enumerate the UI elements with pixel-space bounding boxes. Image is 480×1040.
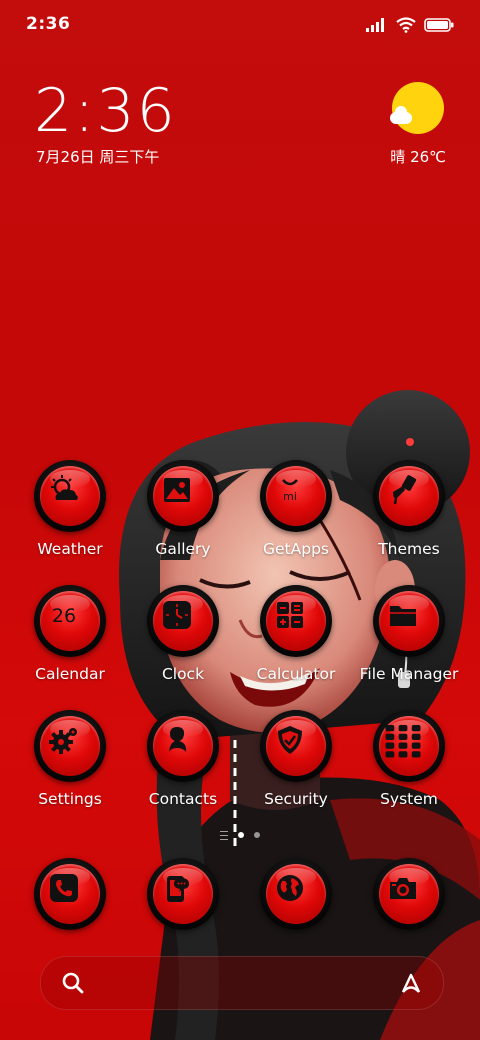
system-grid-icon: [385, 725, 421, 758]
page-dot-active: [238, 832, 244, 838]
page-indicator-menu-icon: [220, 830, 228, 840]
app-icon-ring: [373, 710, 445, 782]
clock-widget-date[interactable]: 7月26日 周三下午: [36, 146, 159, 167]
cloud-icon: [390, 106, 412, 124]
app-calendar[interactable]: 26 Calendar: [15, 585, 125, 683]
dock-phone[interactable]: [15, 858, 125, 930]
app-icon-ring: mi: [260, 460, 332, 532]
calculator-icon: [277, 602, 303, 628]
clock-icon: [163, 601, 191, 629]
page-indicator[interactable]: [0, 829, 480, 841]
app-security[interactable]: Security: [241, 710, 351, 808]
app-settings[interactable]: Settings: [15, 710, 125, 808]
app-label: Gallery: [155, 540, 211, 558]
signal-icon: [366, 18, 384, 32]
app-contacts[interactable]: Contacts: [128, 710, 238, 808]
wifi-icon: [396, 17, 416, 33]
app-icon-ring: [373, 585, 445, 657]
page-dot: [254, 832, 260, 838]
app-label: Weather: [37, 540, 103, 558]
calendar-icon: 26: [52, 605, 76, 627]
messages-phone-icon: [167, 876, 189, 902]
app-icon-ring: [147, 710, 219, 782]
app-icon-ring: [260, 858, 332, 930]
app-themes[interactable]: Themes: [354, 460, 464, 558]
app-system[interactable]: System: [354, 710, 464, 808]
clock-widget-time[interactable]: 2:36: [34, 76, 177, 146]
gear-icon: [49, 728, 77, 754]
app-icon-ring: [34, 858, 106, 930]
gallery-icon: [164, 478, 190, 502]
getapps-glyph: mi: [283, 490, 297, 503]
app-label: Calculator: [256, 665, 336, 683]
app-label: GetApps: [263, 540, 329, 558]
search-icon[interactable]: [61, 971, 85, 995]
dock-messages[interactable]: [128, 858, 238, 930]
app-icon-ring: [260, 585, 332, 657]
app-icon-ring: [373, 460, 445, 532]
weather-icon: [51, 475, 78, 500]
phone-icon: [50, 874, 78, 902]
app-icon-ring: [260, 710, 332, 782]
paintbrush-icon: [393, 475, 417, 505]
app-label: Clock: [161, 665, 205, 683]
assistant-icon[interactable]: [397, 969, 425, 997]
app-weather[interactable]: Weather: [15, 460, 125, 558]
app-file-manager[interactable]: File Manager: [354, 585, 464, 683]
app-gallery[interactable]: Gallery: [128, 460, 238, 558]
status-time: 2:36: [26, 14, 71, 34]
dock-browser[interactable]: [241, 858, 351, 930]
app-getapps[interactable]: mi GetApps: [241, 460, 351, 558]
app-icon-ring: [373, 858, 445, 930]
app-icon-ring: [147, 460, 219, 532]
app-label: Security: [264, 790, 328, 808]
app-label: File Manager: [359, 665, 459, 683]
app-icon-ring: [34, 460, 106, 532]
shield-icon: [278, 726, 302, 754]
camera-icon: [390, 878, 416, 899]
app-icon-ring: [147, 585, 219, 657]
battery-icon: [424, 18, 454, 32]
dock-camera[interactable]: [354, 858, 464, 930]
app-label: Contacts: [148, 790, 218, 808]
weather-widget[interactable]: 晴 26℃: [382, 82, 446, 168]
app-icon-ring: [147, 858, 219, 930]
app-icon-ring: 26: [34, 585, 106, 657]
folder-icon: [390, 606, 416, 626]
app-calculator[interactable]: Calculator: [241, 585, 351, 683]
app-icon-ring: [34, 710, 106, 782]
app-label: System: [380, 790, 438, 808]
calendar-day: 26: [52, 605, 76, 627]
app-clock[interactable]: Clock: [128, 585, 238, 683]
browser-globe-icon: [277, 875, 303, 901]
app-label: Themes: [378, 540, 440, 558]
app-label: Calendar: [35, 665, 105, 683]
status-icons: [366, 14, 454, 36]
weather-widget-text: 晴 26℃: [390, 148, 446, 166]
search-bar[interactable]: [40, 956, 444, 1010]
status-bar: 2:36: [0, 0, 480, 50]
getapps-bag-icon: mi: [282, 479, 298, 503]
app-label: Settings: [38, 790, 102, 808]
contact-icon: [169, 727, 187, 752]
